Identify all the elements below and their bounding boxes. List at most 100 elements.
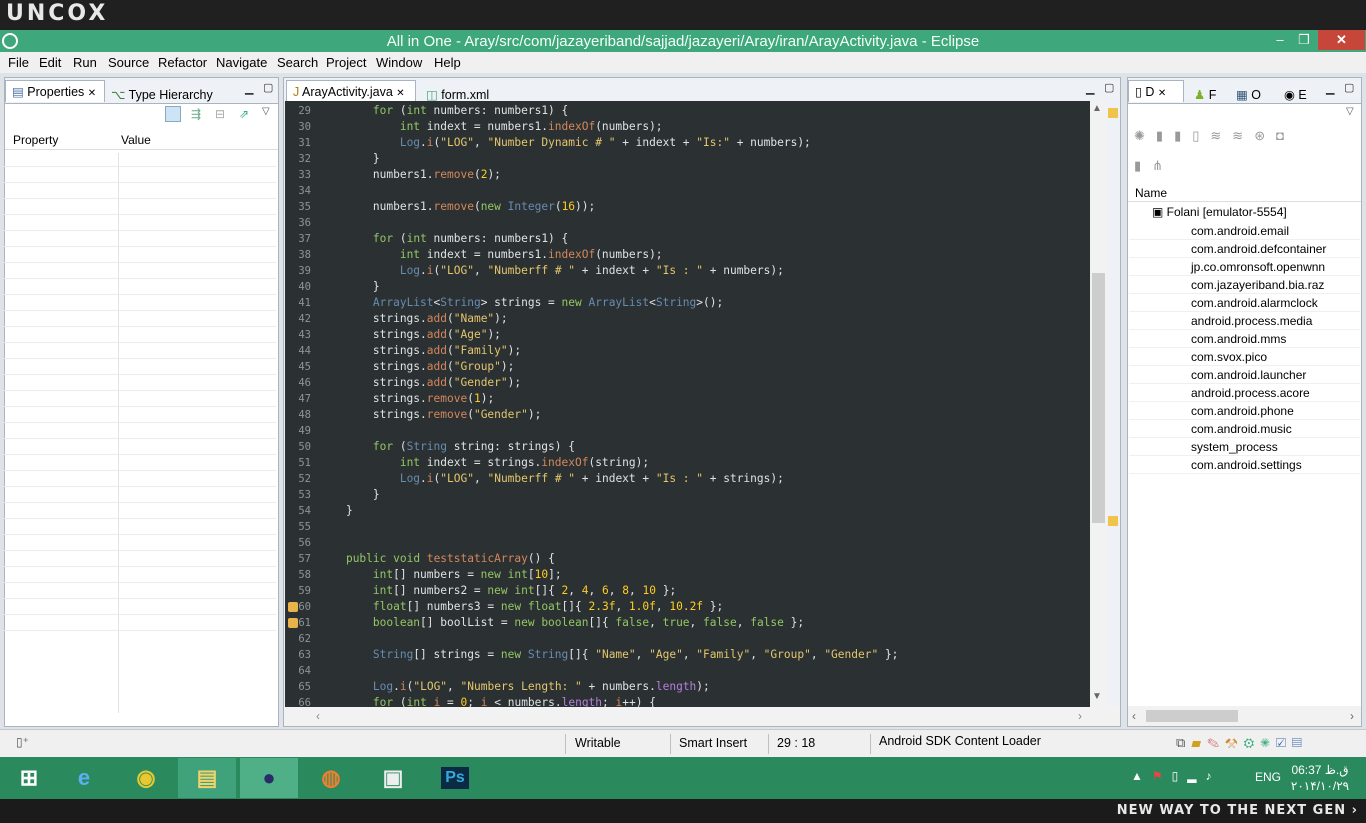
ie-icon[interactable]: e (55, 758, 113, 798)
code-line[interactable]: boolean[] boolList = new boolean[]{ fals… (319, 615, 804, 631)
code-line[interactable]: numbers1.remove(2); (319, 167, 501, 183)
scroll-right-icon[interactable]: › (1350, 709, 1354, 723)
code-line[interactable]: } (319, 487, 380, 503)
menu-navigate[interactable]: Navigate (216, 55, 267, 70)
code-line[interactable]: public void teststaticArray() { (319, 551, 555, 567)
signal-icon[interactable]: ▂ (1187, 769, 1205, 783)
code-line[interactable]: } (319, 279, 380, 295)
process-row[interactable]: com.android.launcher (1129, 366, 1360, 384)
code-line[interactable]: Log.i("LOG", "Number Dynamic # " + index… (319, 135, 811, 151)
device-toolbar[interactable]: ✺▮▮▯≋≋⊛◘ (1134, 128, 1295, 144)
tab-file-explorer[interactable]: ♟ F (1194, 84, 1216, 106)
process-row[interactable]: com.android.settings (1129, 456, 1360, 474)
property-row[interactable] (4, 183, 276, 199)
property-row[interactable] (4, 311, 276, 327)
property-row[interactable] (4, 407, 276, 423)
maximize-view-icon[interactable]: ▢ (263, 81, 273, 94)
device-row[interactable]: ▣ Folani [emulator-5554] (1152, 205, 1287, 219)
process-row[interactable]: com.svox.pico (1129, 348, 1360, 366)
battery-icon[interactable]: ▰ (1191, 735, 1207, 750)
code-line[interactable]: for (int numbers: numbers1) { (319, 231, 568, 247)
language-indicator[interactable]: ENG (1255, 770, 1281, 784)
column-name[interactable]: Name (1135, 186, 1167, 200)
code-line[interactable]: numbers1.remove(new Integer(16)); (319, 199, 595, 215)
code-line[interactable]: String[] strings = new String[]{ "Name",… (319, 647, 899, 663)
code-line[interactable]: } (319, 503, 353, 519)
property-row[interactable] (4, 391, 276, 407)
property-row[interactable] (4, 487, 276, 503)
editor-vscroll[interactable]: ▲ ▼ (1090, 101, 1107, 707)
code-line[interactable]: int indext = strings.indexOf(string); (319, 455, 649, 471)
window-icon[interactable]: ⧉ (1176, 735, 1191, 750)
clock-date[interactable]: ۲۰۱۴/۱۰/۲۹ (1290, 779, 1350, 793)
view-menu-icon[interactable]: ▽ (262, 106, 270, 117)
warning-marker-icon[interactable] (288, 618, 298, 628)
menu-project[interactable]: Project (326, 55, 366, 70)
property-row[interactable] (4, 583, 276, 599)
status-progress-task[interactable]: Android SDK Content Loader (879, 734, 1041, 748)
menu-refactor[interactable]: Refactor (158, 55, 207, 70)
tray-expand-icon[interactable]: ▲ (1131, 769, 1152, 783)
code-line[interactable]: Log.i("LOG", "Numberff # " + indext + "I… (319, 263, 784, 279)
property-row[interactable] (4, 471, 276, 487)
property-row[interactable] (4, 327, 276, 343)
code-line[interactable]: strings.add("Gender"); (319, 375, 521, 391)
code-line[interactable]: int[] numbers2 = new int[]{ 2, 4, 6, 8, … (319, 583, 676, 599)
code-line[interactable]: Log.i("LOG", "Numbers Length: " + number… (319, 679, 710, 695)
property-row[interactable] (4, 167, 276, 183)
scroll-up-icon[interactable]: ▲ (1092, 103, 1102, 114)
editor-hscroll[interactable]: ‹ › (284, 706, 1120, 726)
process-row[interactable]: android.process.acore (1129, 384, 1360, 402)
minimize-view-icon[interactable]: ▁ (1326, 82, 1334, 95)
photoshop-icon[interactable]: Ps (426, 758, 484, 798)
warning-marker-icon[interactable] (288, 602, 298, 612)
check-icon[interactable]: ☑ (1276, 735, 1292, 750)
gc-icon[interactable]: ▯ (1192, 128, 1210, 143)
code-line[interactable]: strings.remove("Gender"); (319, 407, 541, 423)
tab-devices[interactable]: ▯ D ✕ (1128, 80, 1184, 102)
menu-edit[interactable]: Edit (39, 55, 61, 70)
device-toolbar-2[interactable]: ▮⋔ (1134, 158, 1174, 174)
eclipse-icon[interactable]: ● (240, 758, 298, 798)
code-line[interactable]: ArrayList<String> strings = new ArrayLis… (319, 295, 723, 311)
menu-source[interactable]: Source (108, 55, 149, 70)
close-tab-icon[interactable]: ✕ (396, 88, 404, 99)
code-line[interactable]: Log.i("LOG", "Numberff # " + indext + "I… (319, 471, 784, 487)
fast-view-icon[interactable]: ▯⁺ (16, 735, 29, 749)
code-line[interactable]: for (int numbers: numbers1) { (319, 103, 568, 119)
property-row[interactable] (4, 199, 276, 215)
property-row[interactable] (4, 263, 276, 279)
property-row[interactable] (4, 567, 276, 583)
process-row[interactable]: com.android.email (1129, 222, 1360, 240)
tab-type-hierarchy[interactable]: ⌥ Type Hierarchy (111, 84, 213, 106)
hprof-icon[interactable]: ▮ (1134, 158, 1152, 173)
scroll-right-icon[interactable]: › (1078, 709, 1082, 723)
code-line[interactable]: strings.add("Age"); (319, 327, 501, 343)
systrace-icon[interactable]: ⋔ (1152, 158, 1174, 173)
ddms-icon[interactable]: ✎ (1207, 735, 1225, 750)
code-line[interactable]: int[] numbers = new int[10]; (319, 567, 562, 583)
code-line[interactable]: for (String string: strings) { (319, 439, 575, 455)
maximize-view-icon[interactable]: ▢ (1344, 81, 1354, 94)
tab-emulator-control[interactable]: ◉ E (1284, 84, 1307, 106)
property-row[interactable] (4, 551, 276, 567)
file-explorer-icon[interactable]: ▤ (178, 758, 236, 798)
devices-hscroll[interactable]: ‹ › (1128, 706, 1361, 726)
debug-icon[interactable]: ✺ (1134, 128, 1156, 143)
scroll-thumb[interactable] (1092, 273, 1105, 523)
overview-marker-icon[interactable] (1108, 108, 1118, 118)
property-row[interactable] (4, 279, 276, 295)
code-line[interactable]: strings.remove(1); (319, 391, 494, 407)
restore-default-icon[interactable]: ⊟ (215, 107, 225, 121)
property-row[interactable] (4, 375, 276, 391)
code-line[interactable]: strings.add("Family"); (319, 343, 521, 359)
close-tab-icon[interactable]: ✕ (1158, 88, 1166, 99)
wrench-icon[interactable]: ⚒ (1225, 735, 1244, 750)
code-line[interactable]: strings.add("Name"); (319, 311, 508, 327)
menu-run[interactable]: Run (73, 55, 97, 70)
menu-window[interactable]: Window (376, 55, 422, 70)
code-line[interactable]: } (319, 151, 380, 167)
system-tray[interactable]: ▲⚑▯▂♪ (1131, 769, 1221, 783)
overview-warning-icon[interactable] (1108, 516, 1118, 526)
menu-search[interactable]: Search (277, 55, 318, 70)
